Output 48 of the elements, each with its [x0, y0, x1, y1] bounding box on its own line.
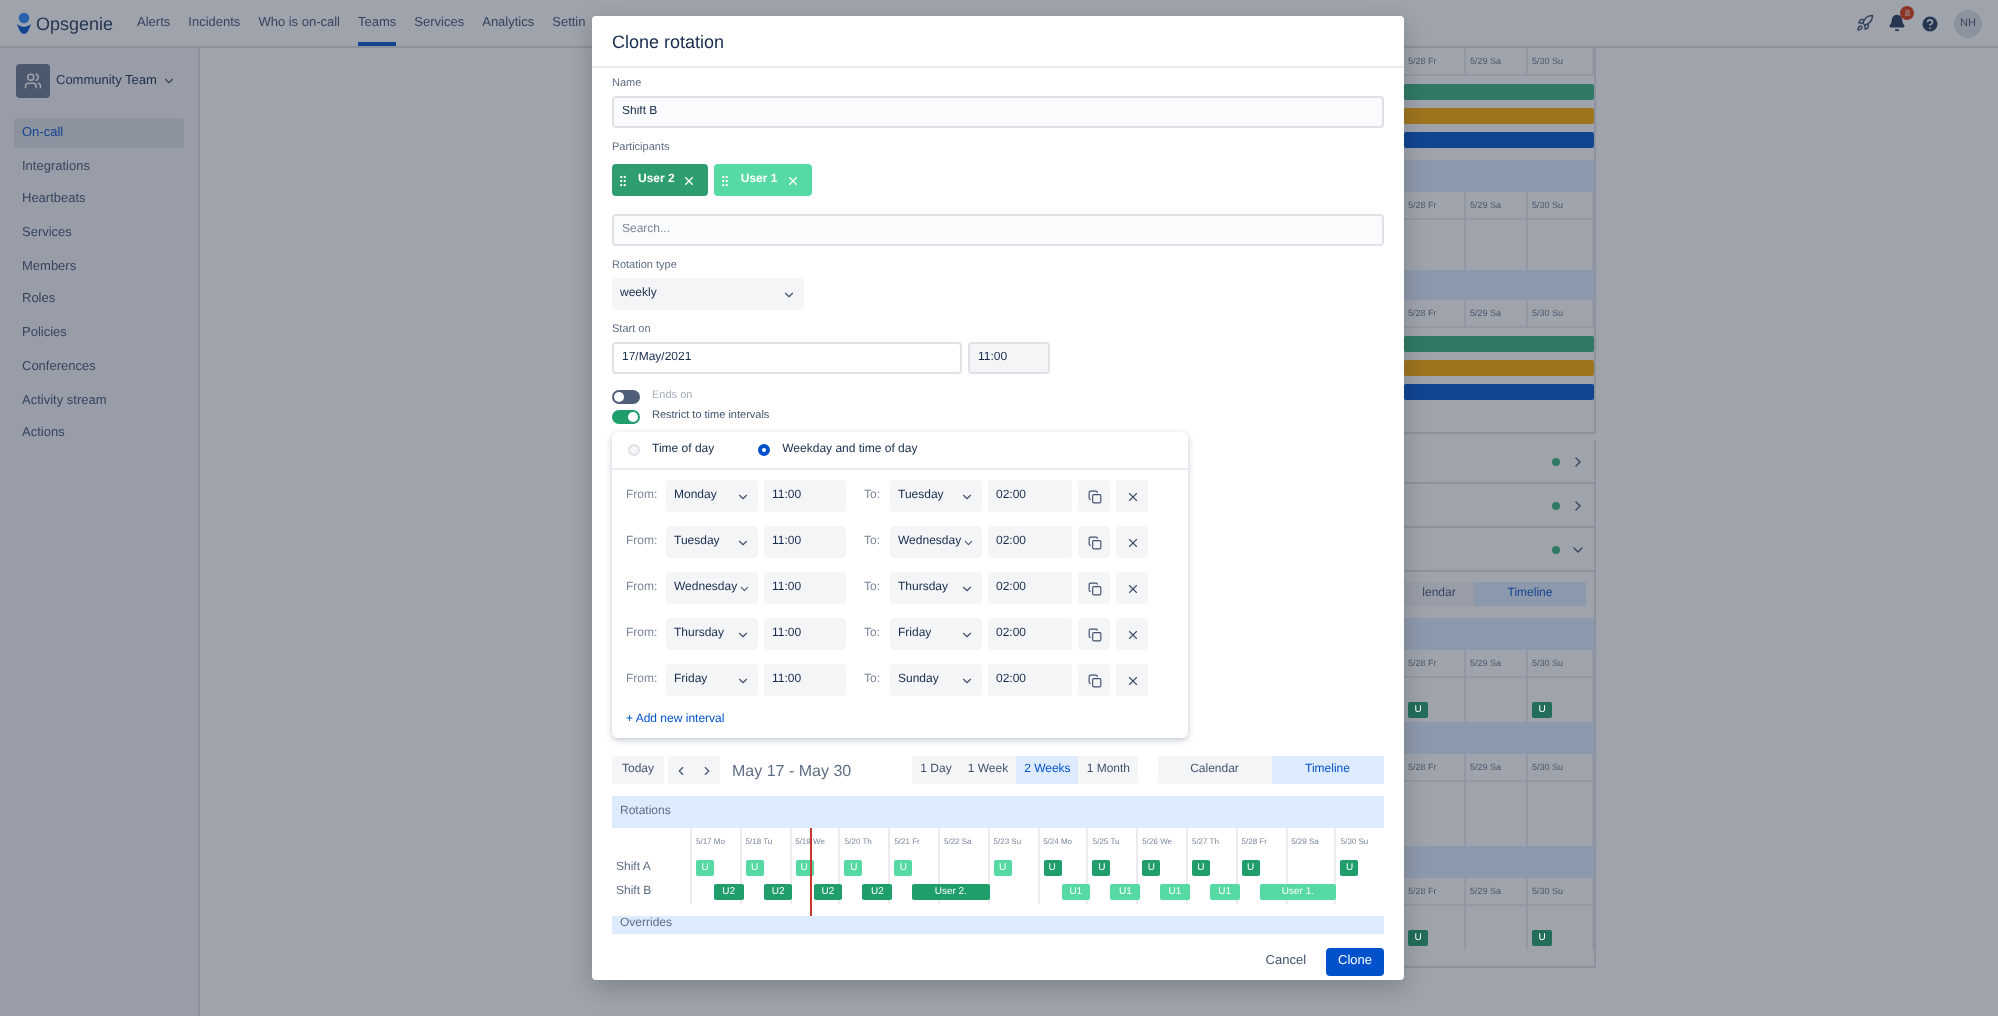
close-icon: [1125, 673, 1139, 687]
chevron-left-icon: [674, 763, 689, 777]
dialog-title: Clone rotation: [612, 31, 725, 51]
copy-icon: [1087, 535, 1101, 549]
remove-button[interactable]: [1116, 664, 1148, 696]
close-icon[interactable]: [682, 173, 697, 187]
chevron-down-icon: [737, 581, 750, 595]
remove-button[interactable]: [1116, 526, 1148, 558]
chevron-right-icon: [700, 763, 715, 777]
chevron-down-icon: [736, 627, 750, 641]
copy-icon: [1087, 581, 1101, 595]
caret-icon[interactable]: [162, 74, 177, 88]
rocket-icon[interactable]: [1856, 14, 1874, 32]
chevron-down-icon: [960, 627, 974, 641]
copy-button[interactable]: [1078, 480, 1110, 512]
people-icon: [24, 72, 42, 90]
remove-button[interactable]: [1116, 618, 1148, 650]
toggle-switch[interactable]: [612, 409, 640, 423]
copy-button[interactable]: [1078, 526, 1110, 558]
help-icon[interactable]: [1920, 13, 1940, 33]
close-icon: [1125, 535, 1139, 549]
chevron-down-icon: [960, 673, 974, 687]
copy-button[interactable]: [1078, 572, 1110, 604]
close-icon: [1125, 489, 1139, 503]
close-icon[interactable]: [785, 173, 800, 187]
copy-icon: [1087, 673, 1101, 687]
chevron-down-icon: [736, 673, 750, 687]
bell-icon: [1888, 14, 1906, 32]
logo-icon: [16, 12, 32, 34]
copy-button[interactable]: [1078, 664, 1110, 696]
chevron-down-icon: [960, 489, 974, 503]
close-icon: [1125, 627, 1139, 641]
chevron-down-icon: [961, 535, 974, 549]
chevron-down-icon: [736, 535, 750, 549]
toggle-switch[interactable]: [612, 389, 640, 403]
chevron-down-icon: [736, 489, 750, 503]
date-range: May 17 - May 30: [732, 761, 852, 779]
logo-text: Opsgenie: [36, 13, 114, 33]
copy-button[interactable]: [1078, 618, 1110, 650]
copy-icon: [1087, 627, 1101, 641]
drag-handle-icon: [718, 173, 733, 187]
remove-button[interactable]: [1116, 480, 1148, 512]
chevron-down-icon: [782, 287, 796, 301]
close-icon: [1125, 581, 1139, 595]
drag-handle-icon: [616, 173, 630, 187]
chevron-down-icon: [960, 581, 974, 595]
copy-icon: [1087, 489, 1101, 503]
remove-button[interactable]: [1116, 572, 1148, 604]
